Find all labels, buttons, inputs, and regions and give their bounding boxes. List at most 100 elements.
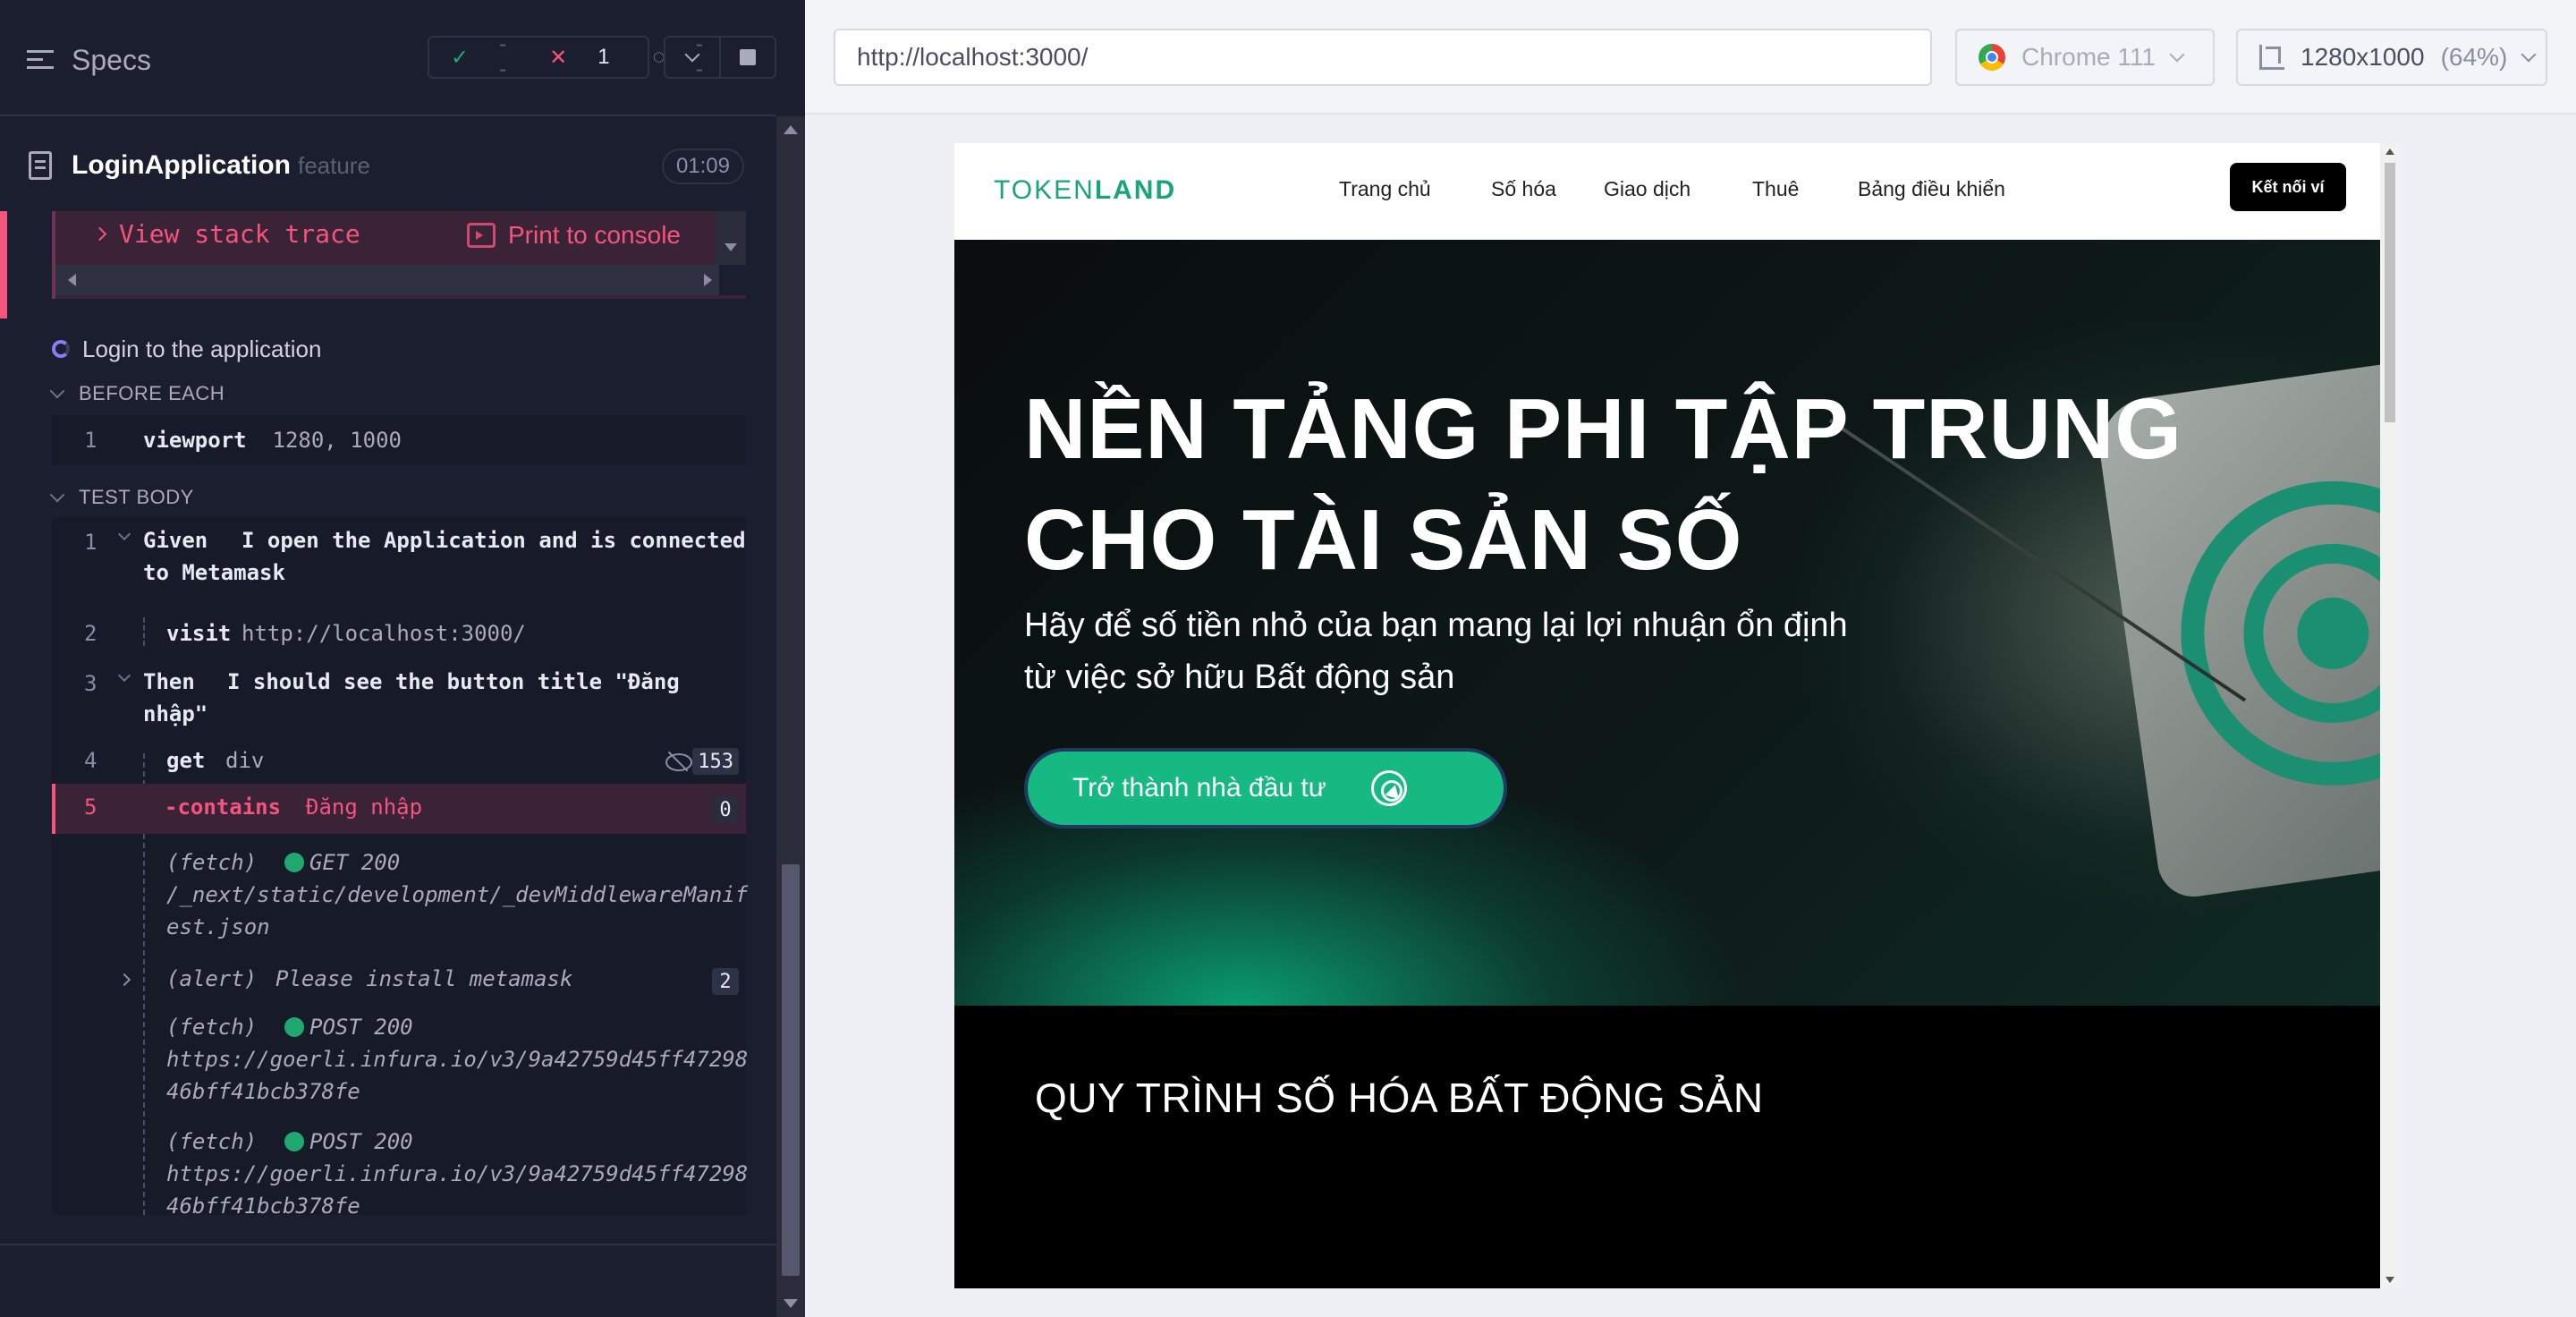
log-alert[interactable]: (alert) Please install metamask 2 bbox=[52, 966, 746, 998]
error-horizontal-scrollbar[interactable] bbox=[55, 265, 750, 295]
chevron-down-icon bbox=[117, 527, 131, 541]
error-box: View stack trace Print to console bbox=[52, 211, 750, 299]
view-stack-trace-button[interactable]: View stack trace bbox=[92, 211, 360, 256]
command-name: visit bbox=[166, 621, 232, 646]
status-dot-icon bbox=[284, 1017, 304, 1037]
command-name: -contains bbox=[165, 794, 282, 820]
log-fetch-post[interactable]: (fetch) POST 200 https://goerli.infura.i… bbox=[52, 1129, 749, 1228]
connect-wallet-button[interactable]: Kết nối ví bbox=[2230, 163, 2346, 211]
passed-stat: ✓ -- bbox=[429, 32, 528, 82]
log-type: (fetch) bbox=[166, 1129, 258, 1154]
scroll-up-icon bbox=[2385, 149, 2394, 155]
command-arg: div bbox=[225, 748, 265, 773]
command-contains-failed[interactable]: 5 -contains Đăng nhập 0 bbox=[52, 784, 746, 834]
spec-duration: 01:09 bbox=[661, 149, 744, 184]
log-fetch-get[interactable]: (fetch) GET 200 /_next/static/developmen… bbox=[52, 850, 748, 948]
ruler-icon bbox=[2259, 45, 2284, 70]
test-body-header[interactable]: TEST BODY bbox=[49, 481, 194, 514]
viewport-scale: (64%) bbox=[2440, 43, 2508, 71]
step-keyword: Then bbox=[143, 669, 195, 694]
scrollbar-thumb[interactable] bbox=[782, 864, 800, 1276]
cta-label: Trở thành nhà đầu tư bbox=[1072, 773, 1326, 803]
hero-title: NỀN TẢNG PHI TẬP TRUNG CHO TÀI SẢN SỐ bbox=[1024, 381, 2182, 588]
test-body-label: TEST BODY bbox=[79, 486, 194, 508]
specs-button[interactable]: Specs bbox=[27, 38, 151, 82]
stop-icon bbox=[740, 49, 756, 65]
become-investor-button[interactable]: Trở thành nhà đầu tư bbox=[1024, 748, 1507, 828]
hero-section: NỀN TẢNG PHI TẬP TRUNG CHO TÀI SẢN SỐ Hã… bbox=[954, 240, 2380, 1006]
nav-link-home[interactable]: Trang chủ bbox=[1339, 177, 1431, 201]
aut-panel: http://localhost:3000/ Chrome 111 1280x1… bbox=[805, 0, 2576, 1317]
command-number: 3 bbox=[84, 671, 97, 696]
nav-link-rent[interactable]: Thuê bbox=[1752, 177, 1799, 201]
log-count-badge: 2 bbox=[712, 968, 739, 995]
log-status: GET 200 bbox=[284, 850, 400, 875]
browser-label: Chrome 111 bbox=[2021, 43, 2156, 71]
command-number: 1 bbox=[84, 530, 97, 555]
log-url: https://goerli.infura.io/v3/9a42759d45ff… bbox=[166, 1161, 749, 1186]
command-text: viewport 1280, 1000 bbox=[143, 428, 402, 453]
command-number: 1 bbox=[84, 428, 97, 453]
browser-selector[interactable]: Chrome 111 bbox=[1955, 29, 2215, 86]
log-status: POST 200 bbox=[284, 1015, 413, 1040]
step-then[interactable]: 3 Then I should see the button title "Đă… bbox=[52, 668, 746, 741]
spec-file-row[interactable]: LoginApplication feature 01:09 bbox=[0, 134, 776, 197]
viewport-info[interactable]: 1280x1000 (64%) bbox=[2236, 29, 2547, 86]
stop-button[interactable] bbox=[721, 38, 775, 77]
log-url-continued: 46bff41bcb378fe bbox=[166, 1079, 360, 1104]
print-to-console-button[interactable]: Print to console bbox=[467, 213, 681, 258]
toggle-auto-scroll-button[interactable] bbox=[665, 38, 721, 77]
step-text-continued: nhập" bbox=[143, 701, 208, 726]
nav-link-trade[interactable]: Giao dịch bbox=[1604, 177, 1690, 201]
console-icon bbox=[467, 223, 496, 248]
step-text: I should see the button title "Đăng bbox=[227, 669, 680, 694]
command-number: 4 bbox=[84, 748, 97, 773]
step-text: I open the Application and is connected bbox=[242, 528, 746, 553]
chevron-down-icon bbox=[117, 668, 131, 683]
before-each-label: BEFORE EACH bbox=[79, 382, 225, 404]
reporter-scrollbar[interactable] bbox=[776, 116, 805, 1317]
log-text: Please install metamask bbox=[275, 966, 573, 991]
hero-subtitle: Hãy để số tiền nhỏ của bạn mang lại lợi … bbox=[1024, 607, 1848, 696]
url-text: http://localhost:3000/ bbox=[857, 43, 1089, 71]
eye-slash-icon bbox=[664, 752, 694, 771]
stack-trace-label: View stack trace bbox=[119, 218, 360, 249]
spec-file-name: LoginApplication bbox=[72, 150, 291, 180]
document-icon bbox=[29, 151, 52, 180]
spinner-icon bbox=[52, 340, 70, 358]
log-fetch-post[interactable]: (fetch) POST 200 https://goerli.infura.i… bbox=[52, 1015, 748, 1113]
before-each-header[interactable]: BEFORE EACH bbox=[49, 378, 225, 410]
nav-link-digitize[interactable]: Số hóa bbox=[1491, 177, 1556, 201]
step-given[interactable]: 1 Given I open the Application and is co… bbox=[52, 524, 746, 596]
site-navbar: TOKENLAND Trang chủ Số hóa Giao dịch Thu… bbox=[954, 143, 2400, 240]
element-count-badge: 153 bbox=[692, 748, 739, 775]
chevron-right-icon bbox=[92, 226, 107, 241]
site-scrollbar[interactable] bbox=[2380, 143, 2400, 1288]
test-title[interactable]: Login to the application bbox=[52, 331, 321, 367]
nav-link-dashboard[interactable]: Bảng điều khiển bbox=[1858, 177, 2005, 201]
test-stats: ✓ -- ✕ 1 ◌ -- bbox=[428, 32, 703, 81]
x-icon: ✕ bbox=[549, 45, 568, 70]
command-visit[interactable]: 2 visit http://localhost:3000/ bbox=[52, 621, 746, 650]
step-text-continued: to Metamask bbox=[143, 560, 285, 585]
log-type: (fetch) bbox=[166, 850, 258, 875]
chevron-down-icon bbox=[684, 47, 700, 63]
spec-file-ext: feature bbox=[297, 151, 370, 179]
scrollbar-thumb[interactable] bbox=[2385, 163, 2395, 422]
specs-label: Specs bbox=[72, 43, 151, 76]
passed-count: -- bbox=[499, 32, 507, 81]
step-keyword: Given bbox=[143, 528, 208, 553]
url-bar[interactable]: http://localhost:3000/ bbox=[834, 29, 1932, 86]
test-title-label: Login to the application bbox=[82, 335, 322, 362]
site-logo[interactable]: TOKENLAND bbox=[994, 175, 1176, 206]
command-log[interactable]: View stack trace Print to console Login … bbox=[0, 211, 776, 1317]
failure-marker bbox=[0, 211, 7, 319]
chevron-right-icon bbox=[117, 973, 131, 987]
command-get[interactable]: 4 get div 153 bbox=[52, 744, 746, 780]
log-status: POST 200 bbox=[284, 1129, 413, 1154]
command-number: 2 bbox=[84, 621, 97, 646]
error-vertical-scrollbar[interactable] bbox=[716, 211, 746, 265]
log-type: (alert) bbox=[166, 966, 258, 991]
process-title: QUY TRÌNH SỐ HÓA BẤT ĐỘNG SẢN bbox=[1035, 1075, 1764, 1121]
command-name: get bbox=[166, 748, 206, 773]
